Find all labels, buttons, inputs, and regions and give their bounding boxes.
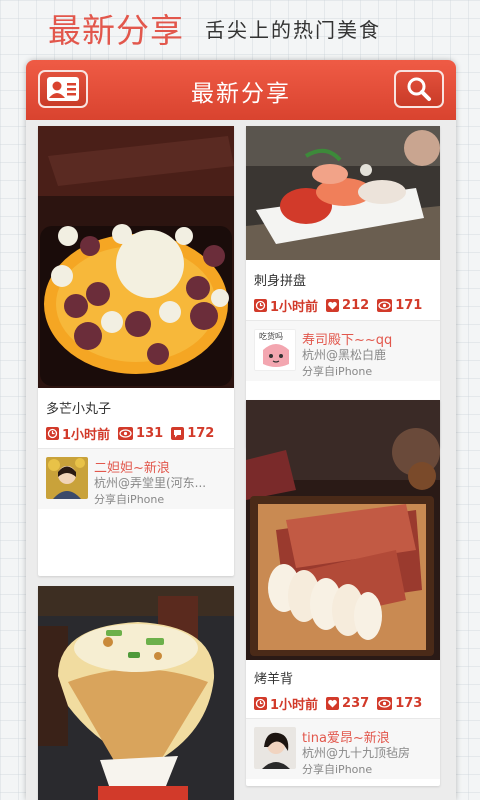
post-caption: 烤羊背 <box>254 672 294 687</box>
avatar[interactable] <box>254 727 296 769</box>
likes-count: 212 <box>342 298 370 313</box>
post-stats: 1小时前 131 172 <box>46 424 222 443</box>
share-source: 分享自iPhone <box>302 365 373 378</box>
post-stats: 1小时前 212 171 <box>254 296 430 315</box>
post-card[interactable]: 多芒小丸子 1小时前 131 172 二妲妲~新浪 杭州@弄堂里(河东... 分… <box>38 126 234 576</box>
author-location: 杭州@弄堂里(河东... <box>94 476 207 490</box>
eye-icon <box>377 299 393 312</box>
eye-icon <box>377 697 393 710</box>
views-count: 171 <box>395 298 423 313</box>
views-stat: 173 <box>377 696 422 711</box>
likes-count: 237 <box>342 696 370 711</box>
clock-icon <box>254 299 267 312</box>
post-card[interactable]: 烤羊背 1小时前 237 173 tina爱昂~新浪 杭州@九十九顶毡房 分享自… <box>246 400 440 786</box>
clock-icon <box>46 427 59 440</box>
post-photo[interactable] <box>246 126 440 260</box>
author-location: 杭州@九十九顶毡房 <box>302 746 411 760</box>
author-location: 杭州@黑松白鹿 <box>302 348 387 362</box>
share-source: 分享自iPhone <box>302 763 373 776</box>
post-stats: 1小时前 237 173 <box>254 694 430 713</box>
avatar-lettering: 吃货吗 <box>259 331 283 341</box>
time-stat: 1小时前 <box>46 424 110 443</box>
clock-icon <box>254 697 267 710</box>
post-caption: 多芒小丸子 <box>46 402 112 417</box>
banner-subtitle: 舌尖上的热门美食 <box>205 18 381 42</box>
phone-screen: 最新分享 多芒小丸子 1小时前 131 172 二妲妲~新浪 杭州@弄堂里(河东… <box>26 60 456 800</box>
app-bar-title: 最新分享 <box>191 81 291 107</box>
post-card[interactable] <box>38 586 234 800</box>
share-source: 分享自iPhone <box>94 493 165 506</box>
avatar[interactable] <box>46 457 88 499</box>
post-photo[interactable] <box>38 586 234 800</box>
views-stat: 171 <box>377 298 422 313</box>
heart-icon <box>326 299 340 312</box>
comments-stat: 172 <box>171 426 214 441</box>
views-count: 173 <box>395 696 423 711</box>
time-label: 1小时前 <box>270 300 319 315</box>
avatar[interactable]: 吃货吗 <box>254 329 296 371</box>
header-banner: 最新分享 舌尖上的热门美食 <box>0 0 480 58</box>
banner-title: 最新分享 <box>48 11 184 50</box>
post-photo[interactable] <box>38 126 234 388</box>
likes-stat: 237 <box>326 696 369 711</box>
post-author[interactable]: 二妲妲~新浪 杭州@弄堂里(河东... 分享自iPhone <box>38 449 234 509</box>
time-label: 1小时前 <box>270 698 319 713</box>
post-author[interactable]: tina爱昂~新浪 杭州@九十九顶毡房 分享自iPhone <box>246 719 440 779</box>
views-stat: 131 <box>118 426 163 441</box>
app-bar: 最新分享 <box>26 60 456 120</box>
post-photo[interactable] <box>246 400 440 660</box>
post-author[interactable]: 吃货吗 寿司殿下~~qq 杭州@黑松白鹿 分享自iPhone <box>246 321 440 381</box>
eye-icon <box>118 427 134 440</box>
heart-icon <box>326 697 340 710</box>
views-count: 131 <box>136 426 164 441</box>
comment-icon <box>171 427 185 440</box>
time-stat: 1小时前 <box>254 296 318 315</box>
time-label: 1小时前 <box>62 428 111 443</box>
post-caption: 刺身拼盘 <box>254 274 307 289</box>
time-stat: 1小时前 <box>254 694 318 713</box>
search-icon <box>407 77 431 101</box>
search-button[interactable] <box>394 70 444 108</box>
likes-stat: 212 <box>326 298 369 313</box>
comments-count: 172 <box>187 426 215 441</box>
